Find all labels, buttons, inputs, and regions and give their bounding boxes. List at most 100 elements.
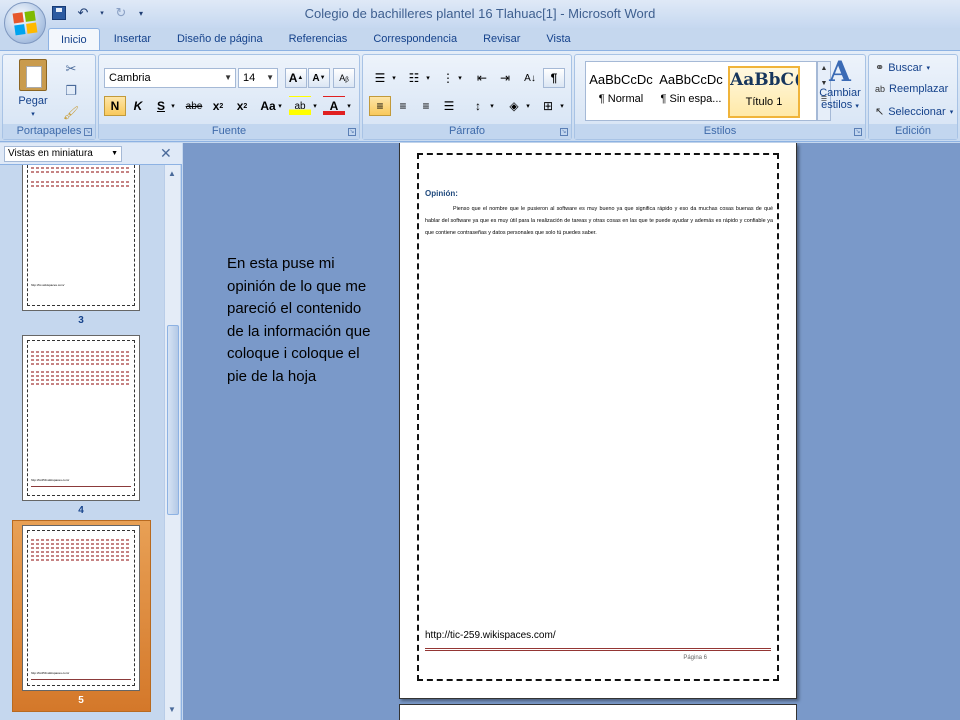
view-select[interactable]: Vistas en miniatura ▼ xyxy=(4,146,122,162)
thumbnail-scrollbar[interactable]: ▲ ▼ xyxy=(164,165,180,720)
select-button[interactable]: ↖ Seleccionar ▾ xyxy=(875,105,954,119)
clear-format-icon[interactable]: Aᵦ xyxy=(333,68,355,88)
opinion-body: Pienso que el nombre que le pusieron al … xyxy=(425,206,773,236)
superscript-icon[interactable]: x2 xyxy=(231,96,253,116)
editing-group-label: Edición xyxy=(869,124,957,139)
paragraph-launcher-icon[interactable]: ↘ xyxy=(560,128,568,136)
opinion-heading: Opinión: xyxy=(425,189,458,198)
tab-inicio[interactable]: Inicio xyxy=(48,28,100,50)
clipboard-group: Pegar ▾ ✂ ❐ 🖌 Portapapeles ↘ xyxy=(2,54,96,140)
scroll-up-icon[interactable]: ▲ xyxy=(168,169,176,178)
multilevel-dropdown-icon[interactable]: ▾ xyxy=(455,68,465,88)
increase-indent-icon[interactable]: ⇥ xyxy=(494,68,516,88)
style-normal[interactable]: AaBbCcDc ¶ Normal xyxy=(588,66,654,118)
close-icon[interactable]: ✕ xyxy=(160,145,172,162)
decrease-indent-icon[interactable]: ⇤ xyxy=(471,68,493,88)
document-page[interactable]: Opinión: Pienso que el nombre que le pus… xyxy=(399,143,797,699)
line-spacing-icon[interactable]: ↕ xyxy=(467,96,489,116)
show-formatting-icon[interactable]: ¶ xyxy=(543,68,565,88)
bullets-dropdown-icon[interactable]: ▾ xyxy=(389,68,399,88)
font-size-select[interactable]: 14 ▼ xyxy=(238,68,278,88)
subscript-icon[interactable]: x2 xyxy=(207,96,229,116)
tab-revisar[interactable]: Revisar xyxy=(471,28,532,50)
style-sample: AaBbC( xyxy=(730,70,798,90)
tab-vista[interactable]: Vista xyxy=(534,28,582,50)
annotation-text: En esta puse mi opinión de lo que me par… xyxy=(227,255,371,385)
justify-icon[interactable]: ☰ xyxy=(438,96,460,116)
strikethrough-icon[interactable]: abe xyxy=(183,96,205,116)
numbering-icon[interactable]: ☷ xyxy=(403,68,425,88)
tab-insertar[interactable]: Insertar xyxy=(102,28,163,50)
thumbnail-page-5[interactable]: http://tic259.wikispaces.com/ xyxy=(22,525,140,691)
italic-icon[interactable]: K xyxy=(127,96,149,116)
borders-dropdown-icon[interactable]: ▾ xyxy=(557,96,567,116)
style-sample: AaBbCcDc xyxy=(659,72,723,87)
align-left-icon[interactable]: ≡ xyxy=(369,96,391,116)
paste-button[interactable]: Pegar ▾ xyxy=(11,59,55,119)
styles-gallery: AaBbCcDc ¶ Normal AaBbCcDc ¶ Sin espa...… xyxy=(585,61,817,121)
shrink-font-icon[interactable]: A ▼ xyxy=(308,68,330,88)
shading-dropdown-icon[interactable]: ▾ xyxy=(523,96,533,116)
find-button[interactable]: ⚭ Buscar ▾ xyxy=(875,61,930,75)
borders-icon[interactable]: ⊞ xyxy=(537,96,559,116)
office-button[interactable] xyxy=(4,2,46,44)
grow-font-icon[interactable]: A ▲ xyxy=(285,68,307,88)
cut-icon[interactable]: ✂ xyxy=(63,61,79,77)
scroll-down-icon[interactable]: ▼ xyxy=(168,705,176,714)
align-center-icon[interactable]: ≡ xyxy=(392,96,414,116)
footer-rule xyxy=(425,648,771,651)
tab-referencias[interactable]: Referencias xyxy=(277,28,360,50)
chevron-down-icon: ▾ xyxy=(855,103,859,110)
thumbnail-url: http://tic259.wikispaces.com/ xyxy=(31,671,70,675)
footer-url: http://tic-259.wikispaces.com/ xyxy=(425,630,556,641)
paste-label: Pegar xyxy=(18,95,48,107)
cursor-icon: ↖ xyxy=(875,106,885,118)
clipboard-group-label: Portapapeles xyxy=(3,124,95,139)
styles-launcher-icon[interactable]: ↘ xyxy=(854,128,862,136)
numbering-dropdown-icon[interactable]: ▾ xyxy=(423,68,433,88)
font-color-icon[interactable]: A xyxy=(323,96,345,116)
scrollbar-thumb[interactable] xyxy=(167,325,179,515)
page-number: Página 6 xyxy=(683,655,707,661)
editing-group: ⚭ Buscar ▾ ab Reemplazar ↖ Seleccionar ▾… xyxy=(868,54,958,140)
thumbnail-pane: Vistas en miniatura ▼ ✕ http://tic-wikis… xyxy=(0,143,182,720)
replace-icon: ab xyxy=(875,84,886,94)
highlight-dropdown-icon[interactable]: ▾ xyxy=(310,96,320,116)
thumbnail-number: 5 xyxy=(78,695,84,706)
style-name: Título 1 xyxy=(745,96,783,108)
select-label: Seleccionar xyxy=(888,105,946,118)
styles-group: AaBbCcDc ¶ Normal AaBbCcDc ¶ Sin espa...… xyxy=(574,54,866,140)
style-no-spacing[interactable]: AaBbCcDc ¶ Sin espa... xyxy=(658,66,724,118)
style-heading-1[interactable]: AaBbC( Título 1 xyxy=(728,66,800,118)
replace-button[interactable]: ab Reemplazar xyxy=(875,83,948,95)
bold-icon[interactable]: N xyxy=(104,96,126,116)
font-name-select[interactable]: Cambria ▼ xyxy=(104,68,236,88)
office-logo-icon xyxy=(12,10,38,36)
paragraph-group: ☰ ▾ ☷ ▾ ⋮ ▾ ⇤ ⇥ A↓ ¶ ≡ ≡ ≡ ☰ ↕ ▾ ◈ ▾ ⊞ ▾… xyxy=(362,54,572,140)
line-spacing-dropdown-icon[interactable]: ▾ xyxy=(487,96,497,116)
thumbnail-page-4[interactable]: http://tic259.wikispaces.com/ xyxy=(22,335,140,501)
font-launcher-icon[interactable]: ↘ xyxy=(348,128,356,136)
change-styles-button[interactable]: A Cambiar estilos ▾ xyxy=(815,57,865,112)
next-page-edge xyxy=(399,704,797,720)
document-area: En esta puse mi opinión de lo que me par… xyxy=(183,143,960,720)
tab-correspondencia[interactable]: Correspondencia xyxy=(361,28,469,50)
format-painter-icon[interactable]: 🖌 xyxy=(63,105,80,121)
window-title: Colegio de bachilleres plantel 16 Tlahua… xyxy=(304,6,656,21)
sort-icon[interactable]: A↓ xyxy=(519,68,541,88)
align-right-icon[interactable]: ≡ xyxy=(415,96,437,116)
change-styles-label: Cambiar xyxy=(819,87,861,99)
copy-icon[interactable]: ❐ xyxy=(63,83,79,99)
chevron-down-icon: ▼ xyxy=(224,73,232,82)
ribbon: Pegar ▾ ✂ ❐ 🖌 Portapapeles ↘ Cambria ▼ 1… xyxy=(0,50,960,142)
font-color-dropdown-icon[interactable]: ▾ xyxy=(344,96,354,116)
shading-icon[interactable]: ◈ xyxy=(503,96,525,116)
chevron-down-icon: ▾ xyxy=(949,108,954,116)
change-case-dropdown-icon[interactable]: ▾ xyxy=(275,96,285,116)
tab-diseno-pagina[interactable]: Diseño de página xyxy=(165,28,275,50)
underline-dropdown-icon[interactable]: ▾ xyxy=(168,96,178,116)
thumbnail-page-3[interactable]: http://tic-wikispaces.com/ xyxy=(22,165,140,311)
bullets-icon[interactable]: ☰ xyxy=(369,68,391,88)
highlight-icon[interactable]: ab xyxy=(289,96,311,116)
clipboard-launcher-icon[interactable]: ↘ xyxy=(84,128,92,136)
